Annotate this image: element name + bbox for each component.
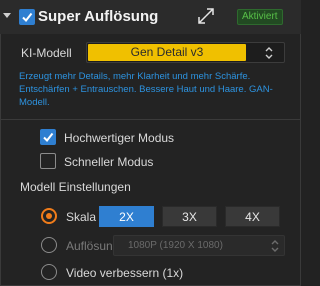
scale-radio[interactable]: [41, 208, 57, 224]
scale-2x-button[interactable]: 2X: [99, 206, 154, 227]
high-quality-label: Hochwertiger Modus: [64, 131, 175, 145]
super-resolution-checkbox[interactable]: [19, 9, 35, 25]
panel-header: Super Auflösung Aktiviert: [0, 0, 301, 34]
enhance-video-radio[interactable]: [41, 264, 57, 280]
scale-3x-button[interactable]: 3X: [162, 206, 217, 227]
status-badge: Aktiviert: [237, 9, 283, 25]
panel-title: Super Auflösung: [38, 8, 159, 25]
scale-label: Skala: [66, 210, 97, 224]
fast-mode-label: Schneller Modus: [64, 155, 154, 169]
fast-mode-checkbox[interactable]: [40, 153, 56, 169]
model-select-value: Gen Detail v3: [88, 44, 246, 61]
model-label: KI-Modell: [21, 46, 72, 60]
checkmark-icon: [22, 12, 33, 23]
resolution-label: Auflösung: [66, 239, 120, 253]
enhance-video-label: Video verbessern (1x): [66, 266, 184, 280]
resolution-radio[interactable]: [41, 237, 57, 253]
model-select[interactable]: Gen Detail v3: [86, 42, 285, 63]
model-description: Erzeugt mehr Details, mehr Klarheit und …: [19, 71, 273, 108]
checkmark-icon: [43, 132, 54, 143]
updown-chevron-icon: [265, 47, 273, 59]
updown-chevron-icon: [271, 240, 279, 252]
settings-heading: Modell Einstellungen: [20, 180, 131, 194]
resolution-select[interactable]: 1080P (1920 X 1080): [113, 235, 285, 256]
collapse-caret-icon[interactable]: [3, 13, 11, 18]
resolution-select-value: 1080P (1920 X 1080): [128, 240, 223, 251]
scale-4x-button[interactable]: 4X: [225, 206, 280, 227]
divider: [0, 119, 301, 120]
high-quality-checkbox[interactable]: [40, 129, 56, 145]
expand-icon[interactable]: [197, 7, 215, 25]
